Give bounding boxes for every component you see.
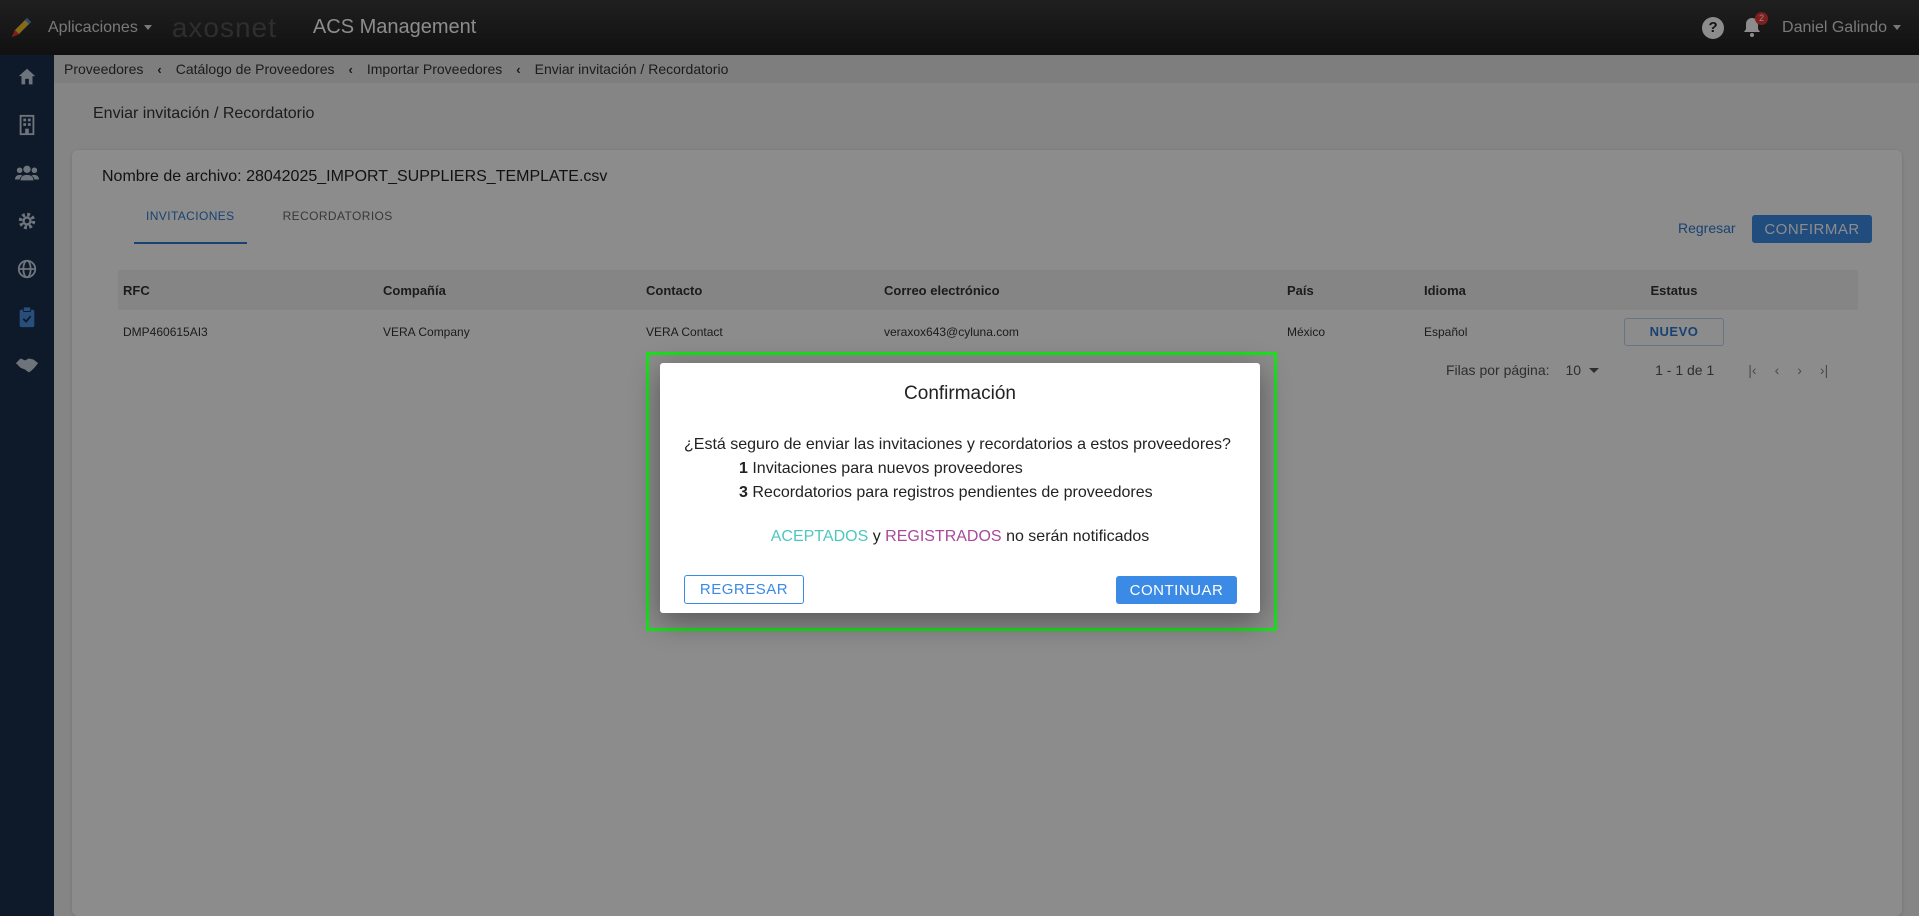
continuar-button[interactable]: CONTINUAR — [1116, 576, 1237, 604]
and-label: y — [872, 528, 881, 545]
accepted-label: ACEPTADOS — [770, 528, 869, 545]
invitations-line: 1 Invitaciones para nuevos proveedores — [739, 460, 1023, 478]
dialog-question: ¿Está seguro de enviar las invitaciones … — [684, 436, 1231, 453]
registered-label: REGISTRADOS — [885, 528, 1002, 545]
reminders-count: 3 — [739, 484, 748, 501]
invitations-text: Invitaciones para nuevos proveedores — [752, 460, 1023, 477]
invitations-count: 1 — [739, 460, 748, 477]
note-suffix: no serán notificados — [1006, 528, 1150, 545]
dialog-note: ACEPTADOS y REGISTRADOS no serán notific… — [660, 528, 1260, 546]
reminders-text: Recordatorios para registros pendientes … — [752, 484, 1153, 501]
confirmation-dialog: Confirmación ¿Está seguro de enviar las … — [660, 363, 1260, 613]
regresar-button[interactable]: REGRESAR — [684, 575, 804, 604]
reminders-line: 3 Recordatorios para registros pendiente… — [739, 484, 1153, 502]
dialog-title: Confirmación — [904, 383, 1016, 404]
